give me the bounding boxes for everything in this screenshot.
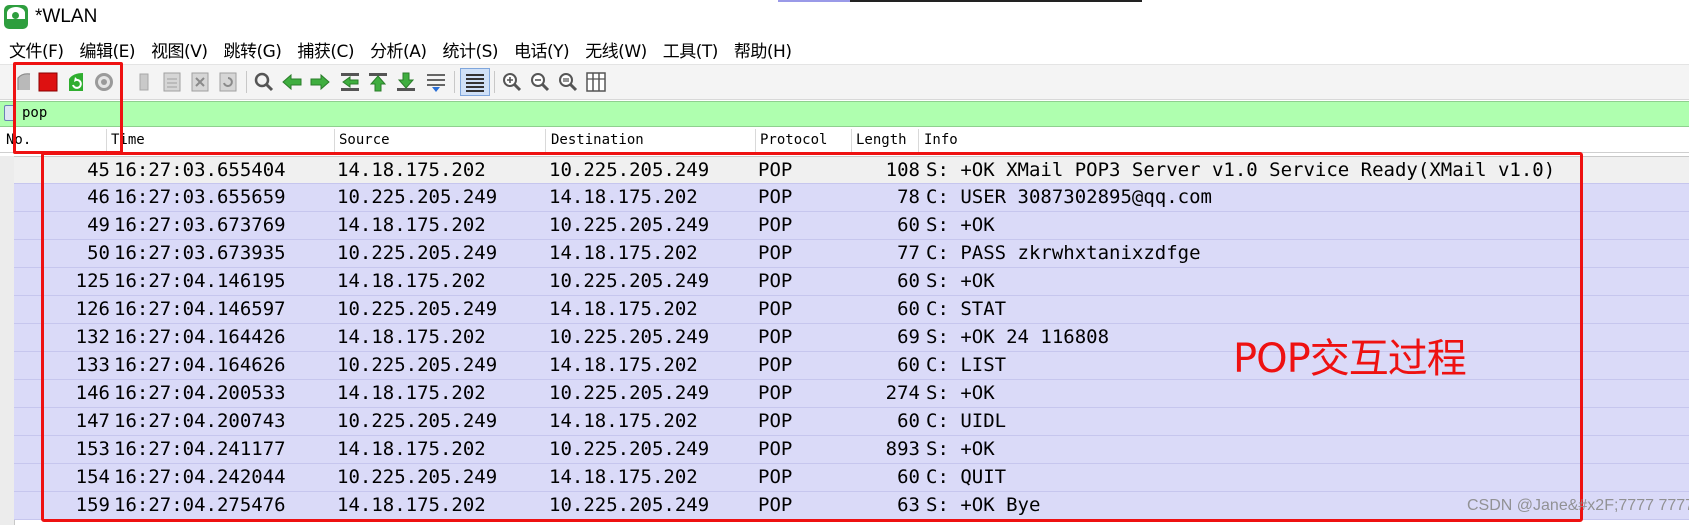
go-forward-icon[interactable] xyxy=(308,70,332,94)
menu-tools[interactable]: 工具(T) xyxy=(663,37,719,62)
toolbar-separator xyxy=(454,71,455,93)
packet-list-gutter xyxy=(0,156,15,525)
column-header-info[interactable]: Info xyxy=(924,132,958,148)
menu-telephony[interactable]: 电话(Y) xyxy=(514,37,570,62)
packet-list-header: No. Time Source Destination Protocol Len… xyxy=(0,129,1689,153)
column-header-source[interactable]: Source xyxy=(339,132,390,148)
auto-scroll-icon[interactable] xyxy=(424,70,448,94)
annotation-label: POP交互过程 xyxy=(1233,336,1467,382)
close-file-icon[interactable] xyxy=(188,70,212,94)
normal-size-icon[interactable] xyxy=(556,70,580,94)
go-back-icon[interactable] xyxy=(280,70,304,94)
title-bar: *WLAN xyxy=(0,0,1689,34)
resize-columns-icon[interactable] xyxy=(584,70,608,94)
column-divider[interactable] xyxy=(545,129,546,152)
menu-statistics[interactable]: 统计(S) xyxy=(442,37,498,62)
wireshark-logo-icon xyxy=(4,5,28,29)
menu-edit[interactable]: 编辑(E) xyxy=(80,37,136,62)
menu-capture[interactable]: 捕获(C) xyxy=(297,37,354,62)
column-divider[interactable] xyxy=(851,129,852,152)
colorize-icon[interactable] xyxy=(460,68,490,96)
column-divider[interactable] xyxy=(334,129,335,152)
menu-wireless[interactable]: 无线(W) xyxy=(585,37,647,62)
annotation-highlight-toolbar xyxy=(13,62,123,154)
window-title: *WLAN xyxy=(35,6,98,27)
toolbar-separator xyxy=(246,71,247,93)
save-file-icon[interactable] xyxy=(160,70,184,94)
column-divider[interactable] xyxy=(755,129,756,152)
menu-file[interactable]: 文件(F) xyxy=(9,37,64,62)
display-filter-bar xyxy=(0,101,1689,127)
zoom-out-icon[interactable] xyxy=(528,70,552,94)
column-header-length[interactable]: Length xyxy=(856,132,907,148)
title-accent-bar xyxy=(778,0,850,2)
find-packet-icon[interactable] xyxy=(252,70,276,94)
column-header-destination[interactable]: Destination xyxy=(551,132,644,148)
menu-help[interactable]: 帮助(H) xyxy=(734,37,792,62)
menu-analyze[interactable]: 分析(A) xyxy=(370,37,427,62)
menu-go[interactable]: 跳转(G) xyxy=(223,37,281,62)
title-accent-bar-dark xyxy=(850,0,1142,2)
main-toolbar xyxy=(0,64,1689,100)
menu-view[interactable]: 视图(V) xyxy=(151,37,208,62)
menu-bar: 文件(F) 编辑(E) 视图(V) 跳转(G) 捕获(C) 分析(A) 统计(S… xyxy=(0,36,1689,62)
column-divider[interactable] xyxy=(918,129,919,152)
first-packet-icon[interactable] xyxy=(366,70,390,94)
column-header-protocol[interactable]: Protocol xyxy=(760,132,827,148)
go-to-packet-icon[interactable] xyxy=(338,70,362,94)
watermark: CSDN @Jane&#x2F;7777 7777 xyxy=(1467,497,1689,514)
reload-file-icon[interactable] xyxy=(216,70,240,94)
display-filter-input[interactable] xyxy=(22,103,1622,123)
zoom-in-icon[interactable] xyxy=(500,70,524,94)
last-packet-icon[interactable] xyxy=(394,70,418,94)
open-file-icon[interactable] xyxy=(132,70,156,94)
toolbar-separator xyxy=(494,71,495,93)
